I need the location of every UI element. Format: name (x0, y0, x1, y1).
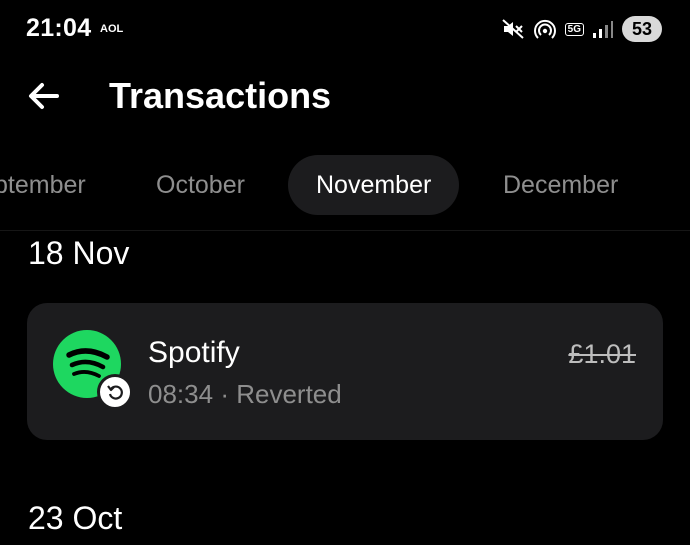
hotspot-icon (533, 17, 557, 41)
month-tabs[interactable]: ptember October November December (0, 155, 690, 217)
tab-october[interactable]: October (156, 155, 245, 215)
network-label: 5G (564, 22, 584, 36)
page-title: Transactions (109, 75, 332, 116)
tab-december[interactable]: December (503, 155, 618, 215)
tab-november[interactable]: November (288, 155, 460, 215)
meta-separator: · (220, 379, 229, 409)
battery-icon: 53 (622, 16, 662, 42)
transaction-time: 08:34 (148, 379, 214, 409)
carrier-label: AOL (100, 23, 124, 35)
network-5g-icon: 5G (564, 22, 584, 36)
transaction-amount: £1.01 (568, 339, 636, 369)
status-icons: 5G 53 (501, 15, 662, 43)
divider (0, 230, 690, 231)
status-bar: 21:04 AOL 5G 53 (0, 0, 690, 60)
signal-icon (592, 19, 614, 39)
transaction-status: Reverted (236, 379, 342, 409)
date-header: 23 Oct (28, 500, 123, 536)
revert-icon (97, 374, 133, 410)
merchant-name: Spotify (148, 336, 240, 369)
transaction-card[interactable]: Spotify 08:34 · Reverted £1.01 (27, 303, 663, 440)
status-time: 21:04 (26, 14, 92, 42)
back-button[interactable] (24, 76, 64, 116)
date-header: 18 Nov (28, 235, 130, 271)
transaction-meta: 08:34 · Reverted (148, 379, 342, 410)
tab-september[interactable]: ptember (0, 155, 86, 215)
arrow-left-icon (29, 83, 59, 109)
mute-icon (501, 17, 525, 41)
